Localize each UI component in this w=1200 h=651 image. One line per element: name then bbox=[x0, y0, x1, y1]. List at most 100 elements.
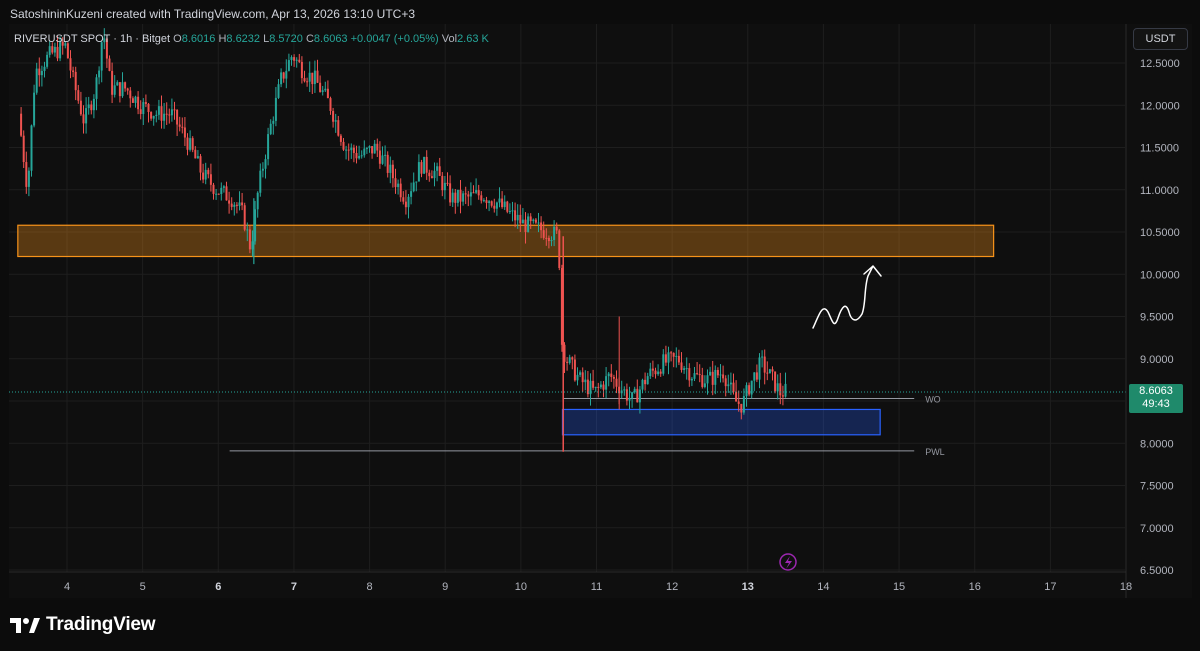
candle-body bbox=[462, 193, 465, 202]
candle-body bbox=[495, 202, 498, 209]
candle-body bbox=[233, 204, 236, 207]
candle-body bbox=[155, 114, 158, 116]
candle-body bbox=[475, 190, 478, 193]
candle-body bbox=[269, 123, 272, 135]
x-tick-label: 8 bbox=[367, 581, 373, 593]
candle-body bbox=[48, 46, 51, 55]
candle-body bbox=[77, 90, 80, 101]
candle-body bbox=[576, 374, 579, 381]
candle-body bbox=[537, 222, 540, 224]
candle-body bbox=[521, 219, 524, 224]
candle-body bbox=[420, 162, 423, 174]
candle-body bbox=[410, 191, 413, 197]
candle-body bbox=[113, 85, 116, 95]
candle-body bbox=[428, 172, 431, 177]
candle-body bbox=[667, 352, 670, 363]
candle-body bbox=[664, 354, 667, 363]
candle-body bbox=[425, 156, 428, 173]
candle-body bbox=[22, 135, 25, 163]
candle-body bbox=[605, 376, 608, 390]
candle-body bbox=[35, 68, 38, 93]
candle-body bbox=[519, 214, 522, 224]
candle-body bbox=[337, 120, 340, 136]
candle-body bbox=[716, 369, 719, 376]
candle-body bbox=[646, 376, 649, 385]
candle-body bbox=[207, 169, 210, 175]
candle-body bbox=[493, 205, 496, 209]
candle-body bbox=[126, 88, 129, 91]
candle-body bbox=[724, 378, 727, 387]
candle-body bbox=[134, 96, 137, 103]
candle-body bbox=[456, 189, 459, 203]
candle-body bbox=[347, 149, 350, 151]
candle-body bbox=[464, 193, 467, 195]
candle-body bbox=[329, 98, 332, 111]
candle-body bbox=[189, 138, 192, 150]
candle-body bbox=[319, 82, 322, 92]
candle-body bbox=[355, 152, 358, 159]
candle-body bbox=[449, 183, 452, 203]
candle-body bbox=[763, 356, 766, 373]
x-tick-label: 10 bbox=[515, 581, 527, 593]
candle-body bbox=[719, 374, 722, 376]
candle-body bbox=[402, 197, 405, 202]
candle-body bbox=[625, 389, 628, 401]
candle-body bbox=[472, 192, 475, 194]
candle-body bbox=[339, 135, 342, 142]
candle-body bbox=[228, 200, 231, 204]
y-tick-label: 12.0000 bbox=[1140, 100, 1180, 112]
candle-body bbox=[196, 156, 199, 159]
symbol-label[interactable]: RIVERUSDT SPOT · 1h · Bitget bbox=[14, 33, 170, 45]
candle-body bbox=[358, 155, 361, 159]
candle-body bbox=[95, 77, 98, 99]
candle-body bbox=[657, 371, 660, 375]
candle-body bbox=[441, 175, 444, 191]
candle-body bbox=[706, 375, 709, 384]
candle-body bbox=[438, 166, 441, 176]
candle-body bbox=[415, 181, 418, 183]
candle-body bbox=[129, 90, 132, 99]
x-tick-label: 12 bbox=[666, 581, 678, 593]
candle-body bbox=[527, 216, 530, 232]
tradingview-logo[interactable]: TradingView bbox=[10, 614, 156, 636]
candle-body bbox=[612, 376, 615, 379]
candle-body bbox=[139, 109, 142, 115]
x-tick-label: 14 bbox=[817, 581, 829, 593]
candle-body bbox=[511, 210, 514, 212]
candle-body bbox=[46, 54, 49, 67]
x-tick-label: 7 bbox=[291, 581, 297, 593]
candle-body bbox=[163, 113, 166, 121]
candle-body bbox=[173, 109, 176, 111]
candle-body bbox=[696, 373, 699, 375]
brand-name: TradingView bbox=[46, 614, 156, 635]
candle-body bbox=[183, 127, 186, 138]
candle-body bbox=[553, 226, 556, 240]
candle-body bbox=[761, 356, 764, 358]
candle-body bbox=[391, 164, 394, 179]
currency-button[interactable]: USDT bbox=[1133, 28, 1188, 50]
price-chart[interactable]: WO PWL 12.5000 12.0000 11.5000 11.0000 10.500… bbox=[0, 0, 1200, 651]
candle-body bbox=[594, 386, 597, 388]
candle-body bbox=[675, 355, 678, 357]
candle-body bbox=[771, 369, 774, 372]
open-value: 8.6016 bbox=[181, 33, 216, 45]
x-tick-label: 4 bbox=[64, 581, 70, 593]
candle-body bbox=[69, 58, 72, 71]
candle-body bbox=[641, 379, 644, 390]
candle-body bbox=[363, 148, 366, 156]
candle-body bbox=[412, 182, 415, 192]
volume-label: Vol bbox=[441, 33, 458, 45]
candle-body bbox=[150, 112, 153, 119]
candle-body bbox=[566, 361, 569, 363]
candle-body bbox=[498, 198, 501, 203]
candle-body bbox=[365, 148, 368, 150]
candle-body bbox=[672, 352, 675, 357]
candle-body bbox=[194, 149, 197, 159]
candle-body bbox=[124, 82, 127, 89]
candle-body bbox=[529, 216, 532, 222]
candle-body bbox=[430, 176, 433, 179]
candle-body bbox=[781, 395, 784, 397]
candle-body bbox=[662, 354, 665, 374]
candle-body bbox=[774, 371, 777, 392]
candle-body bbox=[623, 389, 626, 391]
